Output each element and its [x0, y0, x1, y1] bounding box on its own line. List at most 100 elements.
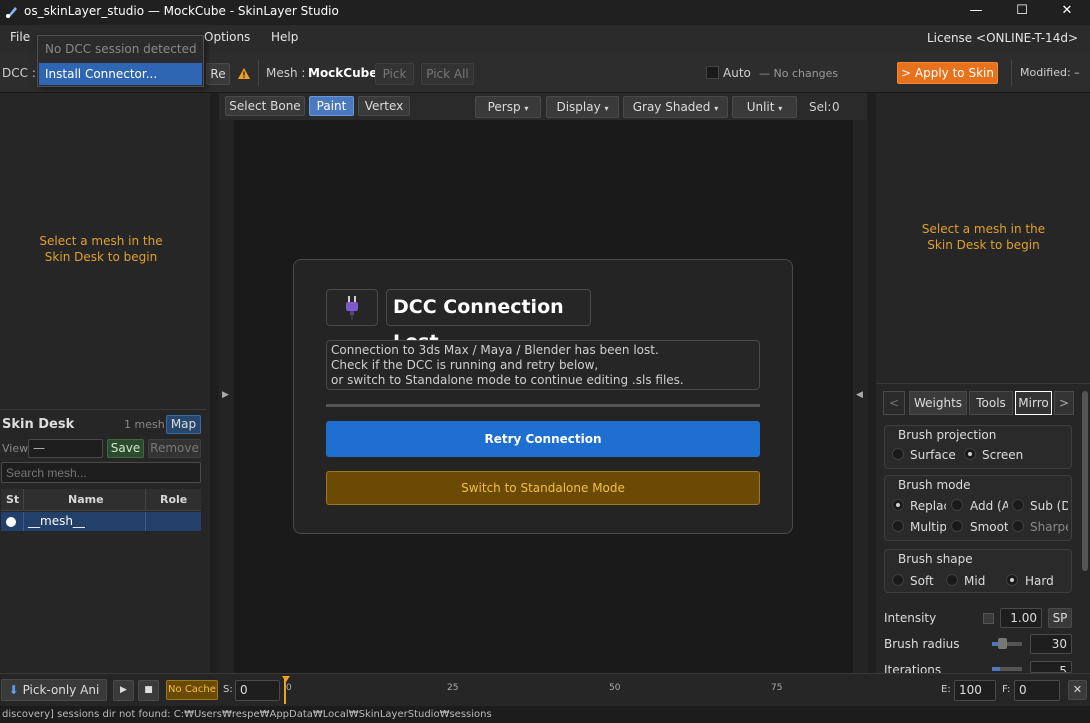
retry-connection-button[interactable]: Retry Connection: [326, 421, 760, 457]
pick-all-button[interactable]: Pick All: [421, 63, 474, 85]
tab-tools[interactable]: Tools: [969, 391, 1013, 415]
mid-radio[interactable]: [946, 574, 958, 586]
brush-shape-group: Brush shape Soft Mid Hard: [884, 549, 1072, 593]
install-connector-item[interactable]: Install Connector...: [39, 63, 202, 85]
sp-button[interactable]: SP: [1048, 608, 1072, 628]
hard-label: Hard: [1025, 574, 1054, 588]
collapse-left-arrow-icon[interactable]: ◀: [856, 390, 863, 400]
dcc-dropdown-menu: No DCC session detected Install Connecto…: [37, 35, 204, 87]
right-collapse-bar[interactable]: ◀: [853, 120, 868, 673]
smooth-radio[interactable]: [951, 520, 963, 532]
no-cache-badge[interactable]: No Cache: [166, 680, 218, 700]
view-label: View: [2, 442, 29, 455]
menu-help[interactable]: Help: [271, 30, 298, 44]
surface-radio[interactable]: [892, 448, 904, 460]
standalone-mode-button[interactable]: Switch to Standalone Mode: [326, 471, 760, 505]
status-dot-icon: [6, 517, 16, 527]
brush-radius-value[interactable]: 30: [1030, 634, 1072, 654]
display-dropdown[interactable]: Display ▾: [546, 96, 619, 118]
menu-options[interactable]: Options: [204, 30, 250, 44]
title-bar: os_skinLayer_studio — MockCube - SkinLay…: [0, 0, 1090, 25]
tick-50: 50: [609, 683, 621, 693]
tab-weights[interactable]: Weights: [909, 391, 967, 415]
select-bone-button[interactable]: Select Bone: [225, 96, 305, 116]
dcc-connection-lost-dialog: DCC Connection Lost Connection to 3ds Ma…: [293, 259, 793, 534]
pick-button[interactable]: Pick: [375, 63, 414, 85]
menu-file[interactable]: File: [10, 30, 30, 44]
sub-radio[interactable]: [1012, 499, 1024, 511]
persp-dropdown[interactable]: Persp ▾: [475, 96, 541, 118]
sharpen-radio[interactable]: [1012, 520, 1024, 532]
sub-label: Sub (D: [1030, 499, 1068, 513]
iterations-slider[interactable]: [992, 667, 1022, 671]
license-label: License <ONLINE-T-14d>: [926, 31, 1078, 45]
shading-dropdown[interactable]: Gray Shaded ▾: [623, 96, 728, 118]
right-panel: Select a mesh in the Skin Desk to begin …: [876, 93, 1090, 673]
table-row[interactable]: __mesh__: [1, 512, 201, 531]
dialog-message: Connection to 3ds Max / Maya / Blender h…: [326, 340, 760, 390]
end-frame-input[interactable]: 100: [954, 680, 996, 701]
brush-radius-handle[interactable]: [998, 638, 1007, 649]
window-title: os_skinLayer_studio — MockCube - SkinLay…: [24, 4, 339, 18]
tab-prev-button[interactable]: <: [883, 391, 905, 415]
maximize-button[interactable]: ☐: [999, 0, 1045, 25]
iterations-label: Iterations: [884, 663, 942, 673]
add-radio[interactable]: [951, 499, 963, 511]
reconnect-button[interactable]: Re: [206, 63, 230, 85]
brush-projection-group: Brush projection Surface Screen: [884, 425, 1072, 469]
end-label: E:: [941, 684, 951, 695]
selection-label: Sel:: [809, 100, 832, 114]
left-collapse-bar[interactable]: ▶: [219, 120, 234, 673]
replace-radio[interactable]: [892, 499, 904, 511]
apply-to-skin-button[interactable]: > Apply to Skin: [897, 62, 998, 84]
start-frame-input[interactable]: 0: [235, 680, 280, 701]
save-button[interactable]: Save: [107, 439, 144, 458]
search-mesh-input[interactable]: [1, 462, 201, 483]
timeline-ruler[interactable]: 0 25 50 75: [282, 676, 924, 704]
minimize-button[interactable]: —: [953, 0, 999, 25]
multiply-label: Multip: [910, 520, 946, 534]
vertex-button[interactable]: Vertex: [358, 96, 410, 116]
frame-label: F:: [1002, 684, 1011, 695]
right-hint: Select a mesh in the Skin Desk to begin: [921, 222, 1046, 252]
soft-radio[interactable]: [892, 574, 904, 586]
remove-button[interactable]: Remove: [148, 439, 201, 458]
skin-desk-panel: Skin Desk 1 mesh Map View — Save Remove …: [0, 409, 206, 673]
iterations-value[interactable]: 5: [1030, 661, 1072, 673]
intensity-label: Intensity: [884, 611, 937, 625]
auto-checkbox[interactable]: [706, 66, 719, 79]
tick-25: 25: [447, 683, 459, 693]
add-label: Add (A: [970, 499, 1008, 513]
collapse-right-arrow-icon[interactable]: ▶: [222, 390, 229, 400]
screen-radio[interactable]: [964, 448, 976, 460]
brush-mode-label: Brush mode: [898, 478, 971, 492]
mesh-table-header: St Name Role: [1, 489, 201, 511]
intensity-value[interactable]: 1.00: [1000, 608, 1042, 628]
play-button[interactable]: ▶: [113, 680, 134, 701]
brush-shape-label: Brush shape: [898, 552, 973, 566]
modified-label: Modified: –: [1020, 66, 1080, 79]
timeline-close-button[interactable]: ✕: [1068, 680, 1087, 700]
paint-button[interactable]: Paint: [309, 96, 354, 116]
multiply-radio[interactable]: [892, 520, 904, 532]
pick-only-anim-button[interactable]: ⬇ Pick-only Ani: [1, 679, 107, 701]
hard-radio[interactable]: [1006, 574, 1018, 586]
brush-radius-slider[interactable]: [992, 638, 1022, 649]
lighting-dropdown[interactable]: Unlit ▾: [732, 96, 797, 118]
start-label: S:: [223, 684, 233, 695]
view-field[interactable]: —: [28, 439, 103, 458]
selection-count: 0: [832, 100, 840, 114]
map-button[interactable]: Map: [166, 415, 201, 434]
right-panel-scrollbar[interactable]: [1082, 391, 1088, 571]
brush-projection-label: Brush projection: [898, 428, 997, 442]
current-frame-input[interactable]: 0: [1014, 680, 1060, 701]
intensity-lock-checkbox[interactable]: [983, 613, 994, 624]
close-button[interactable]: ✕: [1044, 0, 1090, 25]
brush-radius-label: Brush radius: [884, 637, 960, 651]
timeline-bar: ⬇ Pick-only Ani ▶ ■ No Cache S: 0 0 25 5…: [0, 673, 1090, 706]
dcc-label: DCC :: [2, 66, 36, 80]
plug-icon: [346, 296, 358, 320]
tab-next-button[interactable]: >: [1054, 391, 1074, 415]
stop-button[interactable]: ■: [138, 680, 159, 701]
tab-mirror[interactable]: Mirro: [1015, 391, 1052, 415]
